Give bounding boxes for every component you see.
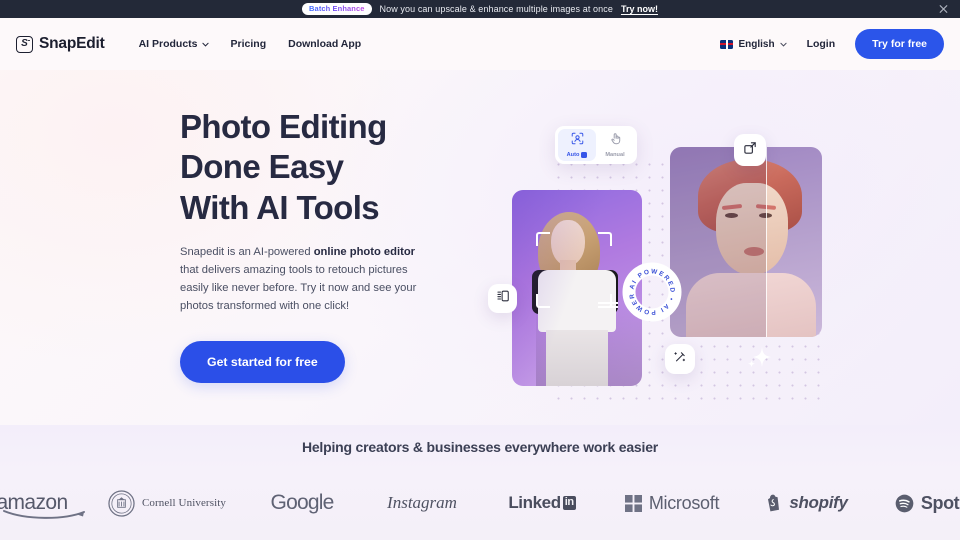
logo-microsoft-label: Microsoft xyxy=(649,493,719,514)
nav-item-ai-products[interactable]: AI Products xyxy=(139,38,209,50)
amazon-smile-icon xyxy=(2,509,88,520)
linkedin-in-icon: in xyxy=(563,496,576,510)
brand-name: SnapEdit xyxy=(39,35,105,53)
logo-instagram-label: Instagram xyxy=(387,493,457,513)
language-label: English xyxy=(738,39,774,50)
logo-instagram: Instagram xyxy=(362,493,482,513)
banner-badge-label: Batch Enhance xyxy=(309,4,364,13)
mode-auto-text: Auto xyxy=(567,152,580,158)
logo-shopify: shopify xyxy=(742,493,872,513)
snapedit-logo-icon: S xyxy=(16,36,33,53)
ai-powered-badge: AI POWERED • AI POWERED • xyxy=(620,260,684,324)
logo-google: Google xyxy=(242,491,362,515)
chevron-down-icon xyxy=(202,41,209,48)
header-actions: English Login Try for free xyxy=(720,29,944,59)
main-nav: AI Products Pricing Download App xyxy=(139,38,362,50)
page-root: Batch Enhance Now you can upscale & enha… xyxy=(0,0,960,540)
hero-title-line-1: Photo Editing xyxy=(180,108,387,145)
hand-tap-icon xyxy=(609,132,622,150)
logo-linkedin-text: Linked xyxy=(508,493,560,513)
logo-microsoft: Microsoft xyxy=(602,493,742,514)
banner-badge: Batch Enhance xyxy=(302,3,371,15)
hero-desc-part-2: that delivers amazing tools to retouch p… xyxy=(180,264,416,312)
layers-panel-button[interactable] xyxy=(488,284,517,313)
nav-item-download-app[interactable]: Download App xyxy=(288,38,361,50)
ai-badge-icon xyxy=(581,152,587,158)
hero-desc-part-1: Snapedit is an AI-powered xyxy=(180,246,314,258)
logo-linkedin: Linked in xyxy=(482,493,602,513)
mode-tab-manual-label: Manual xyxy=(605,152,624,158)
logo-linkedin-label: Linked in xyxy=(508,493,575,513)
mode-switch-card: Auto Manual xyxy=(555,126,637,164)
layers-panel-icon xyxy=(496,289,510,308)
partner-logos-section: Helping creators & businesses everywhere… xyxy=(0,425,960,540)
hero-artwork: Auto Manual xyxy=(470,122,870,422)
page-title: Photo Editing Done Easy With AI Tools xyxy=(180,107,450,228)
hero-desc-bold: online photo editor xyxy=(314,246,415,258)
sparkle-decoration xyxy=(746,344,772,370)
site-header: S SnapEdit AI Products Pricing Download … xyxy=(0,18,960,70)
before-after-slider[interactable] xyxy=(766,147,767,337)
after-photo-card xyxy=(670,147,822,337)
magic-wand-icon xyxy=(673,350,687,369)
logo-spotify: Spotify xyxy=(872,493,960,514)
shopify-bag-icon xyxy=(766,494,782,512)
close-icon[interactable] xyxy=(938,4,949,15)
nav-label: Pricing xyxy=(231,38,267,50)
magic-wand-button[interactable] xyxy=(665,344,695,374)
nav-label: AI Products xyxy=(139,38,198,50)
language-selector[interactable]: English xyxy=(720,39,786,50)
mode-tab-auto[interactable]: Auto xyxy=(558,129,596,161)
uk-flag-icon xyxy=(720,40,733,49)
banner-text: Now you can upscale & enhance multiple i… xyxy=(380,4,613,14)
chevron-down-icon xyxy=(780,41,787,48)
logo-cornell-university: Cornell University xyxy=(92,490,242,517)
logo-amazon: amazon xyxy=(0,491,92,515)
banner-try-now-link[interactable]: Try now! xyxy=(621,4,658,14)
get-started-button[interactable]: Get started for free xyxy=(180,341,345,383)
logo-google-label: Google xyxy=(271,491,334,515)
hero-description: Snapedit is an AI-powered online photo e… xyxy=(180,243,432,316)
mode-manual-text: Manual xyxy=(605,152,624,158)
logo-cornell-label: Cornell University xyxy=(142,497,226,509)
logo-mark-letter: S xyxy=(21,39,28,49)
brand-logo[interactable]: S SnapEdit xyxy=(16,35,105,53)
mode-tab-auto-label: Auto xyxy=(567,152,588,158)
announcement-banner: Batch Enhance Now you can upscale & enha… xyxy=(0,0,960,18)
logo-shopify-label: shopify xyxy=(789,493,847,513)
logo-spotify-label: Spotify xyxy=(921,493,960,514)
hero-copy: Photo Editing Done Easy With AI Tools Sn… xyxy=(180,107,450,383)
expand-resize-button[interactable] xyxy=(734,134,766,166)
cornell-seal-icon xyxy=(108,490,135,517)
microsoft-squares-icon xyxy=(625,495,642,512)
hero-title-line-3: With AI Tools xyxy=(180,189,379,226)
nav-item-pricing[interactable]: Pricing xyxy=(231,38,267,50)
partner-logos-title: Helping creators & businesses everywhere… xyxy=(0,425,960,455)
face-scan-icon xyxy=(571,132,584,150)
login-link[interactable]: Login xyxy=(807,38,836,50)
face-detect-brackets xyxy=(536,232,612,308)
hero-title-line-2: Done Easy xyxy=(180,148,343,185)
partner-logos-row: amazon Cornell University xyxy=(0,481,960,525)
nav-label: Download App xyxy=(288,38,361,50)
hero-section: Photo Editing Done Easy With AI Tools Sn… xyxy=(0,70,960,425)
try-for-free-button[interactable]: Try for free xyxy=(855,29,944,59)
expand-resize-icon xyxy=(743,140,758,160)
spotify-circle-icon xyxy=(895,494,914,513)
mode-tab-manual[interactable]: Manual xyxy=(596,129,634,161)
